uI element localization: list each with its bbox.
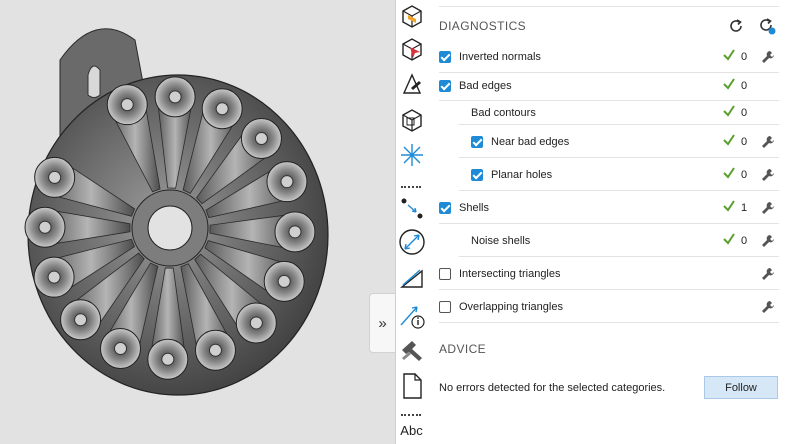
turbine-cup-hole (254, 131, 268, 145)
panel-top-divider (439, 6, 779, 7)
diagnostic-label: Bad contours (471, 107, 536, 119)
ok-check-icon (723, 166, 735, 179)
box-cube-icon[interactable] (396, 104, 427, 136)
diagnostic-checkbox[interactable] (439, 50, 451, 63)
diagnostic-count: 1 (741, 201, 748, 214)
toolbar-separator (401, 186, 421, 188)
page-icon[interactable] (396, 370, 427, 402)
diagnostic-row: Bad contours 0 (427, 101, 779, 125)
diagnostic-row: Noise shells 0 (427, 224, 779, 257)
triangle-pen-icon[interactable] (396, 68, 427, 100)
diagnostic-count: 0 (741, 135, 748, 148)
turbine-cup-hole (288, 225, 302, 239)
3d-viewport[interactable]: » (0, 0, 395, 444)
points-arrow-icon[interactable] (396, 192, 427, 224)
diagnostic-label: Near bad edges (491, 135, 570, 148)
star-axis-icon[interactable] (396, 139, 427, 171)
ok-check-icon (723, 133, 735, 146)
refresh-icon[interactable] (727, 17, 745, 35)
diagnostic-count: 0 (741, 234, 748, 247)
diagnostic-label: Intersecting triangles (459, 267, 561, 280)
turbine-cup-hole (47, 270, 61, 284)
triangle-measure-icon[interactable] (396, 262, 427, 294)
abc-text-icon[interactable]: Abc (396, 418, 427, 444)
toolbar-separator (401, 414, 421, 416)
wrench-icon[interactable] (761, 201, 775, 215)
diagnostic-row: Planar holes 0 (427, 158, 779, 191)
diagnostic-count: 0 (741, 50, 748, 63)
wrench-icon[interactable] (761, 50, 775, 64)
box-open-icon[interactable] (396, 0, 427, 32)
turbine-cup-hole (208, 343, 222, 357)
turbine-cup-hole (120, 98, 134, 112)
tool-strip: Abc (395, 0, 427, 444)
turbine-cup-hole (280, 175, 294, 189)
ok-check-icon (723, 199, 735, 212)
collapse-panel-button[interactable]: » (369, 293, 395, 353)
wrench-icon[interactable] (761, 300, 775, 314)
turbine-hub (131, 189, 209, 267)
box-arrow-icon[interactable] (396, 33, 427, 65)
turbine-cup-hole (113, 342, 127, 356)
diagnostic-row: Bad edges 0 (427, 71, 779, 101)
diagnostics-title: DIAGNOSTICS (439, 19, 527, 33)
wrench-icon[interactable] (761, 168, 775, 182)
diagnostic-row: Shells 1 (427, 191, 779, 224)
advice-title: ADVICE (439, 342, 487, 356)
circle-measure-icon[interactable] (396, 226, 427, 258)
diagnostic-checkbox[interactable] (471, 135, 483, 148)
ok-check-icon (723, 232, 735, 245)
turbine-cup-hole (215, 102, 229, 116)
diagnostic-checkbox[interactable] (439, 267, 451, 280)
ok-check-icon (723, 48, 735, 61)
wrench-icon[interactable] (761, 267, 775, 281)
diagnostic-checkbox[interactable] (439, 300, 451, 313)
diagnostic-label: Inverted normals (459, 50, 541, 63)
diagnostic-row: Near bad edges 0 (427, 125, 779, 158)
wrench-icon[interactable] (761, 234, 775, 248)
diagnostic-checkbox[interactable] (471, 168, 483, 181)
diagnostic-count: 0 (741, 80, 748, 92)
diagnostic-row: Overlapping triangles (427, 290, 779, 323)
turbine-model[interactable] (0, 0, 395, 444)
diagnostic-checkbox[interactable] (439, 201, 451, 214)
diagnostic-label: Bad edges (459, 80, 512, 92)
diagnostic-label: Overlapping triangles (459, 300, 563, 313)
turbine-cup-hole (277, 274, 291, 288)
diagnostics-panel: DIAGNOSTICS Inverted normals 0 Bad edges 0 B… (427, 0, 785, 444)
turbine-cup-hole (74, 313, 88, 327)
measure-info-icon[interactable] (396, 299, 427, 331)
diagnostic-label: Shells (459, 201, 489, 214)
diagnostic-row: Inverted normals 0 (427, 40, 779, 73)
ok-check-icon (723, 78, 735, 90)
diagnostic-label: Planar holes (491, 168, 553, 181)
turbine-cup-hole (161, 352, 175, 366)
turbine-cup-hole (48, 170, 62, 184)
auto-refresh-icon[interactable] (758, 17, 776, 35)
turbine-cup-hole (249, 316, 263, 330)
diagnostic-count: 0 (741, 168, 748, 181)
wrench-icon[interactable] (761, 135, 775, 149)
diagnostic-row: Intersecting triangles (427, 257, 779, 290)
abc-text-label: Abc (400, 423, 423, 438)
diagnostic-label: Noise shells (471, 234, 531, 247)
turbine-cup-hole (38, 220, 52, 234)
diagnostic-count: 0 (741, 107, 748, 119)
double-chevron-right-icon: » (378, 314, 387, 332)
advice-message: No errors detected for the selected cate… (439, 382, 666, 394)
row-divider (439, 322, 779, 323)
turbine-cup-hole (168, 90, 182, 104)
hammer-icon[interactable] (396, 335, 427, 367)
ok-check-icon (723, 105, 735, 117)
follow-button[interactable]: Follow (704, 376, 778, 399)
diagnostic-checkbox[interactable] (439, 80, 451, 92)
